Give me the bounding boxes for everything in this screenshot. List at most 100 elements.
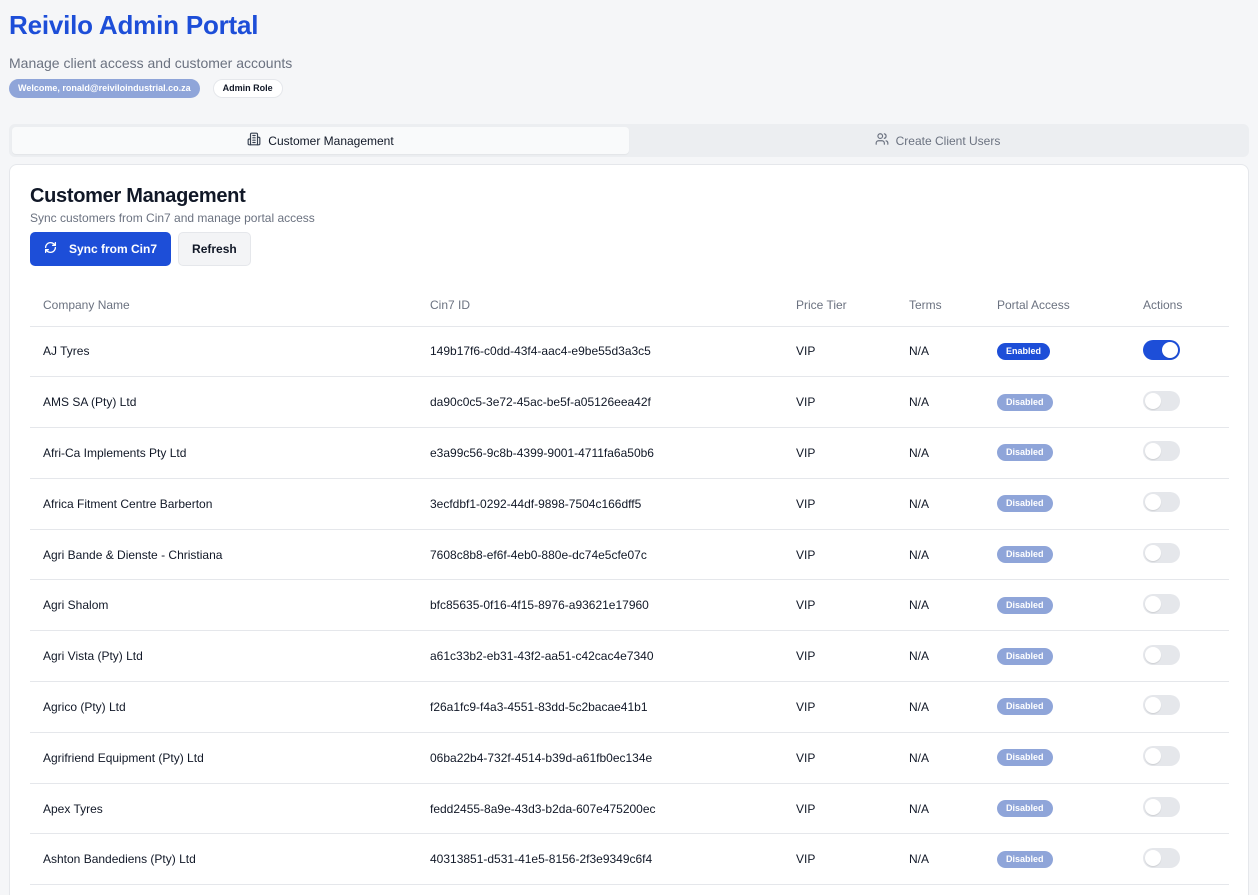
company-name-cell: Agri Bande & Dienste - Christiana [30, 529, 417, 581]
portal-access-toggle[interactable] [1143, 797, 1180, 818]
card-description: Sync customers from Cin7 and manage port… [30, 211, 315, 225]
portal-access-toggle[interactable] [1143, 441, 1180, 462]
card-title: Customer Management [30, 185, 246, 207]
portal-access-badge: Disabled [997, 444, 1053, 462]
terms-cell: N/A [896, 529, 984, 581]
building-icon [247, 132, 261, 149]
portal-access-toggle[interactable] [1143, 492, 1180, 513]
portal-access-toggle[interactable] [1143, 746, 1180, 767]
price-tier-cell: VIP [783, 783, 896, 835]
actions-cell [1130, 326, 1229, 378]
company-name-cell: AJ Tyres [30, 326, 417, 378]
portal-access-cell: Disabled [984, 681, 1130, 733]
tab-list: Customer Management Create Client Users [9, 124, 1249, 157]
company-name-cell: Africa Fitment Centre Barberton [30, 478, 417, 530]
toggle-knob [1162, 341, 1178, 358]
company-name-cell: Agri Shalom [30, 579, 417, 632]
portal-access-cell: Enabled [984, 326, 1130, 378]
company-name-cell: Ashton Bandediens (Pty) Ltd [30, 833, 417, 886]
portal-access-badge: Disabled [997, 850, 1053, 868]
portal-access-cell: Disabled [984, 376, 1130, 429]
terms-cell: N/A [896, 783, 984, 835]
column-header-terms: Terms [896, 285, 984, 327]
welcome-badge: Welcome, ronald@reiviloindustrial.co.za [9, 79, 200, 98]
toggle-knob [1145, 697, 1161, 714]
portal-access-toggle[interactable] [1143, 390, 1180, 411]
table-row: Agri Bande & Dienste - Christiana 7608c8b… [30, 529, 1229, 581]
customers-table: Company Name Cin7 ID Price Tier Terms Po… [30, 285, 1229, 886]
cin7-id-cell: e3a99c56-9c8b-4399-9001-4711fa6a50b6 [417, 427, 783, 479]
terms-cell: N/A [896, 833, 984, 886]
actions-cell [1130, 783, 1229, 835]
terms-cell: N/A [896, 376, 984, 429]
actions-cell [1130, 579, 1229, 632]
column-header-actions: Actions [1130, 285, 1229, 327]
terms-cell: N/A [896, 630, 984, 683]
toggle-knob [1145, 646, 1161, 663]
price-tier-cell: VIP [783, 732, 896, 784]
table-row: Afri-Ca Implements Pty Ltd e3a99c56-9c8b-… [30, 427, 1229, 479]
company-name-cell: Agrico (Pty) Ltd [30, 681, 417, 733]
tab-customer-management[interactable]: Customer Management [12, 127, 629, 154]
portal-access-toggle[interactable] [1143, 593, 1180, 614]
cin7-id-cell: f26a1fc9-f4a3-4551-83dd-5c2bacae41b1 [417, 681, 783, 733]
terms-cell: N/A [896, 732, 984, 784]
actions-cell [1130, 478, 1229, 530]
portal-access-toggle[interactable] [1143, 543, 1180, 564]
cin7-id-cell: 40313851-d531-41e5-8156-2f3e9349c6f4 [417, 833, 783, 886]
company-name-cell: Afri-Ca Implements Pty Ltd [30, 427, 417, 479]
portal-access-toggle[interactable] [1143, 695, 1180, 716]
price-tier-cell: VIP [783, 376, 896, 429]
column-header-portal-access: Portal Access [984, 285, 1130, 327]
portal-access-toggle[interactable] [1143, 339, 1180, 360]
table-body: AJ Tyres 149b17f6-c0dd-43f4-aac4-e9be55d3… [30, 326, 1229, 886]
price-tier-cell: VIP [783, 833, 896, 886]
table-row: Africa Fitment Centre Barberton 3ecfdbf1-… [30, 478, 1229, 530]
tab-create-client-users[interactable]: Create Client Users [629, 127, 1246, 154]
price-tier-cell: VIP [783, 326, 896, 378]
tab-label: Create Client Users [895, 133, 1001, 148]
portal-access-cell: Disabled [984, 630, 1130, 683]
terms-cell: N/A [896, 579, 984, 632]
card-actions: Sync from Cin7 Refresh [30, 232, 251, 266]
cin7-id-cell: 06ba22b4-732f-4514-b39d-a61fb0ec134e [417, 732, 783, 784]
sync-from-cin7-button[interactable]: Sync from Cin7 [30, 232, 172, 266]
portal-access-toggle[interactable] [1143, 644, 1180, 665]
portal-access-cell: Disabled [984, 427, 1130, 479]
table-row: Agri Vista (Pty) Ltd a61c33b2-eb31-43f2-a… [30, 630, 1229, 683]
customer-management-card: Customer Management Sync customers from … [9, 164, 1249, 895]
actions-cell [1130, 630, 1229, 683]
refresh-button[interactable]: Refresh [178, 232, 251, 266]
cin7-id-cell: 3ecfdbf1-0292-44df-9898-7504c166dff5 [417, 478, 783, 530]
terms-cell: N/A [896, 427, 984, 479]
actions-cell [1130, 833, 1229, 886]
price-tier-cell: VIP [783, 427, 896, 479]
portal-access-toggle[interactable] [1143, 847, 1180, 868]
table-row: Agrifriend Equipment (Pty) Ltd 06ba22b4-7… [30, 732, 1229, 784]
actions-cell [1130, 681, 1229, 733]
company-name-cell: Apex Tyres [30, 783, 417, 835]
portal-access-cell: Disabled [984, 579, 1130, 632]
portal-access-badge: Disabled [997, 546, 1053, 564]
portal-access-cell: Disabled [984, 478, 1130, 530]
toggle-knob [1145, 799, 1161, 816]
cin7-id-cell: 7608c8b8-ef6f-4eb0-880e-dc74e5cfe07c [417, 529, 783, 581]
portal-access-badge: Disabled [997, 749, 1053, 767]
toggle-knob [1145, 595, 1161, 612]
sync-button-label: Sync from Cin7 [69, 242, 158, 256]
tab-label: Customer Management [268, 133, 394, 148]
portal-access-badge: Disabled [997, 596, 1053, 614]
role-badge: Admin Role [212, 79, 283, 98]
terms-cell: N/A [896, 681, 984, 733]
toggle-knob [1145, 545, 1161, 562]
column-header-cin7-id: Cin7 ID [417, 285, 783, 327]
portal-access-cell: Disabled [984, 783, 1130, 835]
price-tier-cell: VIP [783, 630, 896, 683]
users-icon [875, 132, 889, 149]
table-row: AMS SA (Pty) Ltd da90c0c5-3e72-45ac-be5f-… [30, 376, 1229, 429]
table-row: Apex Tyres fedd2455-8a9e-43d3-b2da-607e47… [30, 783, 1229, 835]
cin7-id-cell: bfc85635-0f16-4f15-8976-a93621e17960 [417, 579, 783, 632]
terms-cell: N/A [896, 478, 984, 530]
app-subtitle: Manage client access and customer accoun… [9, 55, 293, 71]
company-name-cell: Agri Vista (Pty) Ltd [30, 630, 417, 683]
